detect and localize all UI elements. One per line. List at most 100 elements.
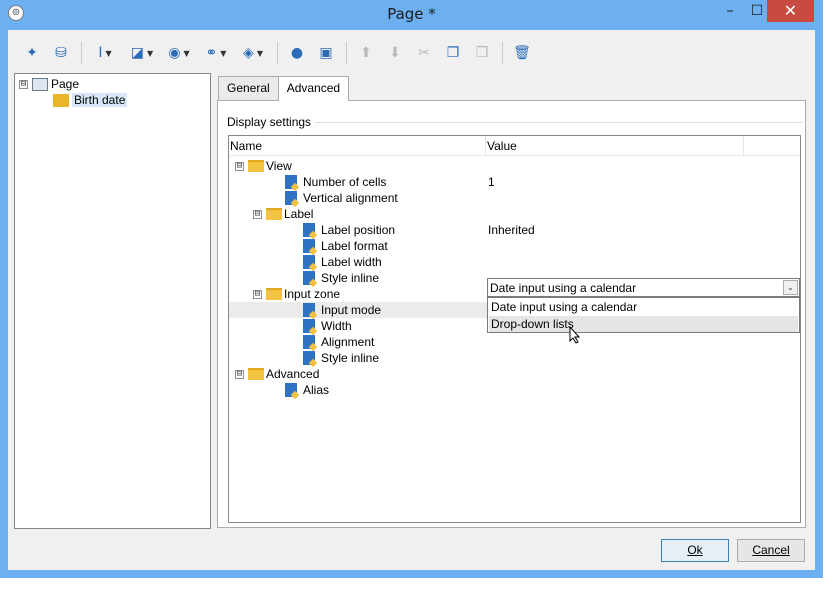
cube-icon-glyph: ◈ — [243, 45, 254, 61]
property-row[interactable]: ⊟ Advanced — [229, 366, 800, 382]
property-name: Label position — [303, 223, 395, 237]
close-button[interactable]: ✕ — [767, 0, 814, 22]
paste-icon[interactable]: ❒ — [471, 42, 493, 64]
folder-icon — [266, 288, 282, 300]
property-row[interactable]: Label width — [229, 254, 800, 270]
add-element-icon[interactable]: ▣ — [315, 42, 337, 64]
structure-tree[interactable]: ⊟ Page Birth date — [14, 73, 211, 529]
column-divider[interactable] — [743, 136, 744, 156]
property-value[interactable]: Inherited — [488, 223, 535, 237]
tree-node-label: Page — [51, 77, 80, 91]
column-divider[interactable] — [485, 136, 486, 156]
collapse-icon[interactable]: ⊟ — [253, 209, 262, 219]
property-label: Label width — [321, 255, 382, 269]
dropdown-option-drop-down-lists[interactable]: Drop-down lists — [489, 316, 798, 332]
toolbar: ✦ ⛁ I ▼ ◪ ▼ ◉ ▼ ⚭ ▼ ◈ ▼ ● ▣ ⬆ ⬇ ✂ ❐ ❒ 🗑 — [15, 37, 806, 69]
dropdown-arrow-icon[interactable]: ▼ — [220, 49, 226, 58]
date-field-icon — [53, 93, 69, 107]
property-name: ⊟ Input zone — [253, 287, 340, 301]
property-icon — [303, 271, 315, 285]
move-up-icon[interactable]: ⬆ — [355, 42, 377, 64]
property-icon — [303, 319, 315, 333]
toolbar-separator — [81, 42, 82, 64]
copy-icon[interactable]: ❐ — [442, 42, 464, 64]
property-label: Style inline — [321, 351, 380, 365]
collapse-icon[interactable]: ⊟ — [19, 79, 28, 89]
column-header-name[interactable]: Name — [230, 139, 262, 153]
tree-node-label: Birth date — [72, 93, 128, 107]
property-icon — [285, 175, 297, 189]
collapse-icon[interactable]: ⊟ — [253, 289, 262, 299]
select-value: Date input using a calendar — [490, 281, 637, 295]
dropdown-arrow-icon[interactable]: ▼ — [257, 49, 263, 58]
property-row[interactable]: ⊟ Label — [229, 206, 800, 222]
property-name: Number of cells — [285, 175, 386, 189]
move-down-icon[interactable]: ⬇ — [384, 42, 406, 64]
input-mode-select[interactable]: Date input using a calendar ⌄ — [487, 278, 800, 297]
link-icon-glyph: ⚭ — [205, 45, 218, 61]
display-settings-label: Display settings — [227, 115, 316, 129]
property-name: ⊟ View — [235, 159, 292, 173]
property-row[interactable]: Number of cells 1 — [229, 174, 800, 190]
wizard-icon-glyph: ✦ — [26, 45, 38, 61]
tab-general[interactable]: General — [218, 76, 279, 100]
property-name: ⊟ Label — [253, 207, 313, 221]
property-label: Number of cells — [303, 175, 387, 189]
property-label: Label position — [321, 223, 396, 237]
property-row[interactable]: Alignment — [229, 334, 800, 350]
user-icon[interactable]: ● — [286, 42, 308, 64]
property-grid[interactable]: Name Value ⊟ View Number of cells 1 Vertical… — [228, 135, 801, 523]
dropdown-arrow-icon[interactable]: ▼ — [184, 49, 190, 58]
shapes-icon-glyph: ◪ — [130, 45, 145, 61]
property-label: Input zone — [284, 287, 341, 301]
move-up-icon-glyph: ⬆ — [360, 45, 372, 61]
cancel-button[interactable]: Cancel — [737, 539, 805, 562]
collapse-icon[interactable]: ⊟ — [235, 161, 244, 171]
property-name: Width — [303, 319, 352, 333]
column-header-value[interactable]: Value — [487, 139, 517, 153]
collapse-icon[interactable]: ⊟ — [235, 369, 244, 379]
link-icon[interactable]: ⚭ ▼ — [201, 42, 231, 64]
dropdown-arrow-icon[interactable]: ▼ — [147, 49, 153, 58]
cube-icon[interactable]: ◈ ▼ — [238, 42, 268, 64]
property-row[interactable]: Label position Inherited — [229, 222, 800, 238]
ok-button-label: Ok — [687, 543, 703, 557]
globe-icon[interactable]: ◉ ▼ — [164, 42, 194, 64]
tree-node-page[interactable]: ⊟ Page — [19, 76, 79, 92]
text-cursor-icon[interactable]: I ▼ — [90, 42, 120, 64]
property-row[interactable]: Label format — [229, 238, 800, 254]
property-label: Advanced — [266, 367, 320, 381]
property-icon — [303, 335, 315, 349]
title-bar[interactable]: ⊚ Page * – ☐ ✕ — [0, 0, 823, 28]
add-element-icon-glyph: ▣ — [319, 45, 333, 61]
chevron-down-icon[interactable]: ⌄ — [783, 280, 798, 295]
property-name: Style inline — [303, 271, 379, 285]
property-row[interactable]: Alias — [229, 382, 800, 398]
minimize-button[interactable]: – — [717, 0, 743, 22]
database-icon[interactable]: ⛁ — [50, 42, 72, 64]
dropdown-option-calendar[interactable]: Date input using a calendar — [489, 299, 798, 315]
delete-icon-glyph: 🗑 — [513, 45, 531, 61]
property-value[interactable]: 1 — [488, 175, 495, 189]
cut-icon[interactable]: ✂ — [413, 42, 435, 64]
wizard-icon[interactable]: ✦ — [21, 42, 43, 64]
tab-advanced[interactable]: Advanced — [277, 76, 350, 101]
property-row[interactable]: ⊟ View — [229, 158, 800, 174]
grid-header: Name Value — [229, 136, 800, 156]
tree-node-birth-date[interactable]: Birth date — [53, 92, 128, 108]
shapes-icon[interactable]: ◪ ▼ — [127, 42, 157, 64]
folder-icon — [266, 208, 282, 220]
ok-button[interactable]: Ok — [661, 539, 729, 562]
property-icon — [303, 255, 315, 269]
toolbar-separator — [277, 42, 278, 64]
folder-icon — [248, 368, 264, 380]
property-label: Input mode — [321, 303, 382, 317]
property-row[interactable]: Style inline — [229, 350, 800, 366]
window-title: Page * — [387, 5, 436, 23]
property-icon — [285, 191, 297, 205]
delete-icon[interactable]: 🗑 — [511, 42, 533, 64]
property-label: Alignment — [321, 335, 375, 349]
property-name: Label width — [303, 255, 382, 269]
property-row[interactable]: Vertical alignment — [229, 190, 800, 206]
dropdown-arrow-icon[interactable]: ▼ — [105, 49, 111, 58]
